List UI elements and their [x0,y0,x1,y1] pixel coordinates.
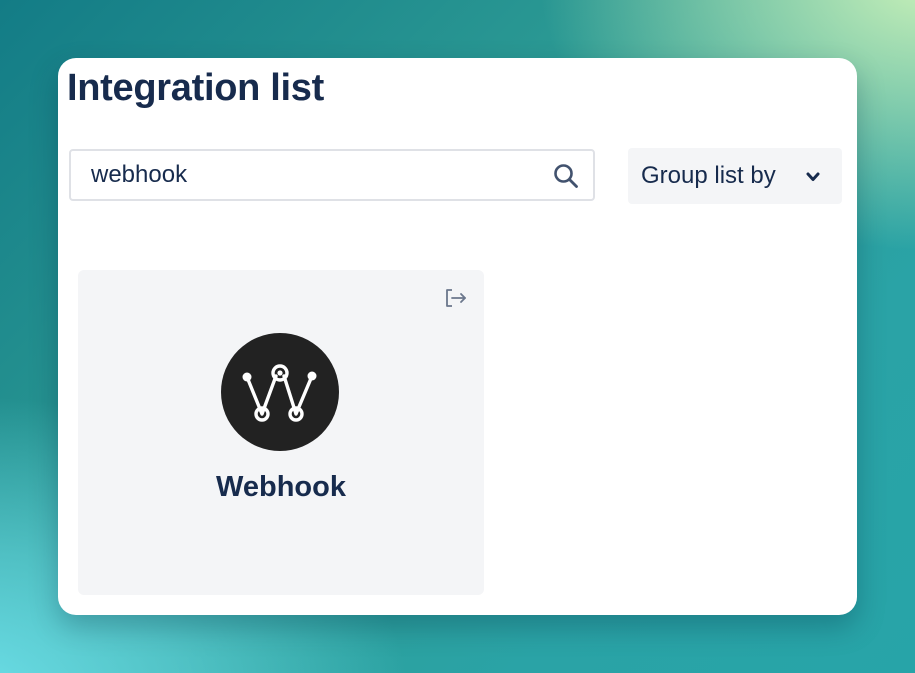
search-input[interactable] [71,151,541,199]
search-icon[interactable] [553,163,579,189]
group-list-by-button[interactable]: Group list by [628,148,842,204]
search-box[interactable] [69,149,595,201]
chevron-down-icon [806,172,820,181]
external-link-icon[interactable] [444,288,468,308]
integration-panel: Integration list Group list by [58,58,857,615]
page-title: Integration list [67,67,324,109]
integration-card-title: Webhook [216,471,346,503]
integration-card-webhook[interactable]: Webhook [78,270,484,595]
webhook-logo [221,333,339,451]
group-list-by-label: Group list by [641,162,776,189]
